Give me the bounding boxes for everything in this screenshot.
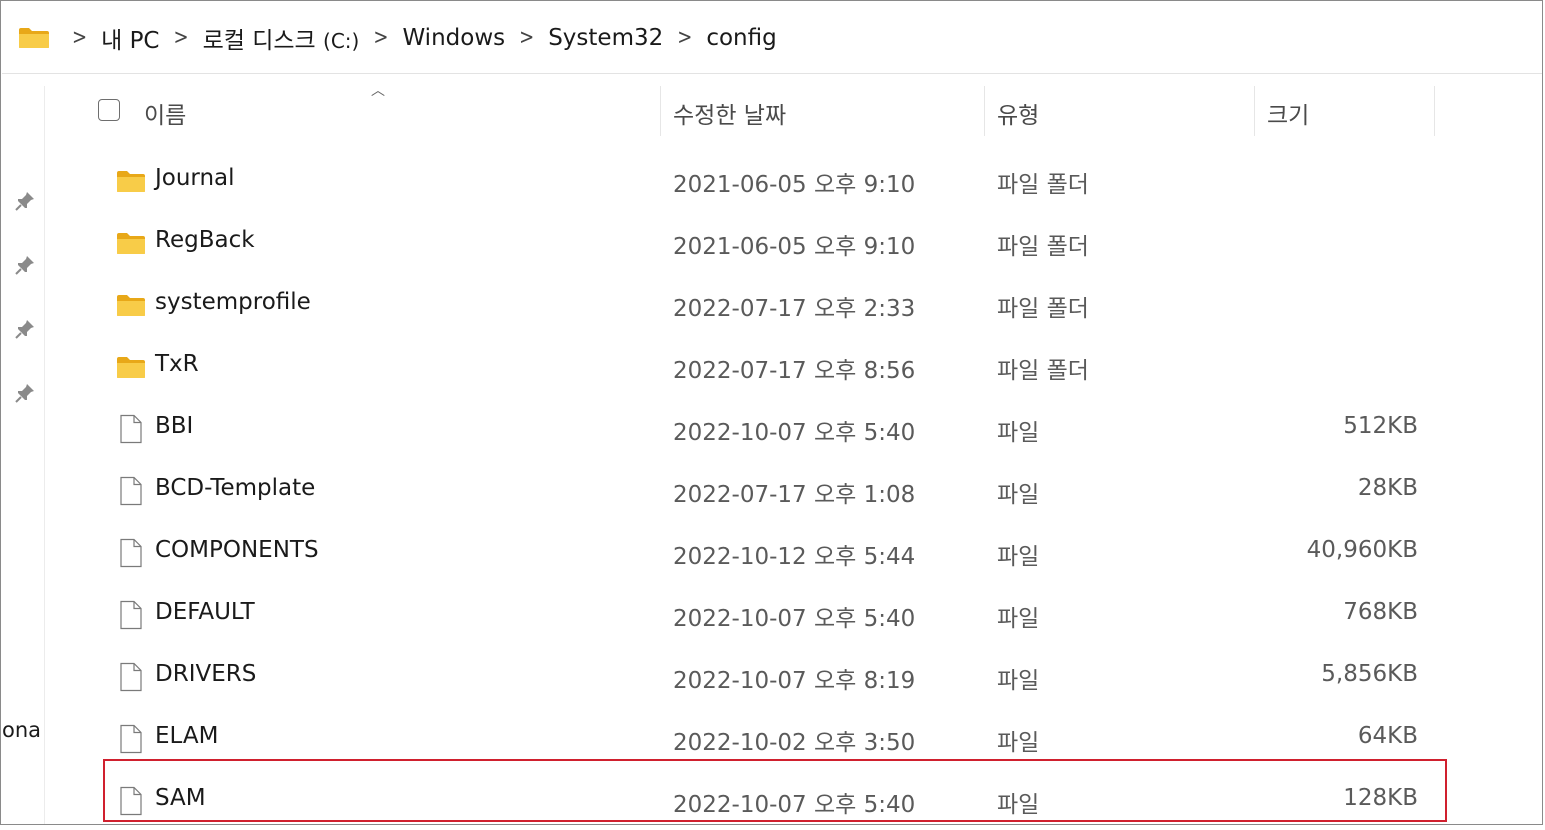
column-divider[interactable] [660,86,661,136]
file-name[interactable]: BBI [155,413,193,439]
file-name[interactable]: SAM [155,785,206,811]
sort-ascending-icon: ︿ [371,83,385,99]
file-type: 파일 폴더 [997,358,1089,384]
folder-icon [117,295,145,316]
file-modified-date: 2021-06-05 오후 9:10 [673,172,916,198]
breadcrumb-drive-label: 로컬 디스크 [202,27,316,54]
file-size: 28KB [1357,475,1418,501]
file-icon [120,600,142,630]
file-modified-date: 2022-10-07 오후 5:40 [673,420,916,446]
file-type: 파일 [997,606,1040,632]
column-header-type[interactable]: 유형 [997,96,1039,130]
file-icon [120,662,142,692]
file-modified-date: 2022-07-17 오후 1:08 [673,482,916,508]
file-size: 40,960KB [1306,537,1418,563]
file-row[interactable]: RegBack 2021-06-05 오후 9:10 파일 폴더 [46,210,1446,272]
file-row[interactable]: BBI 2022-10-07 오후 5:40 파일 512KB [46,396,1446,458]
file-size: 64KB [1357,723,1418,749]
folder-icon [117,171,145,192]
folder-icon [117,357,145,378]
file-name[interactable]: Journal [155,165,235,191]
file-name[interactable]: DRIVERS [155,661,256,687]
file-size: 768KB [1343,599,1418,625]
chevron-right-icon[interactable]: > [72,25,87,50]
file-row[interactable]: SAM 2022-10-07 오후 5:40 파일 128KB [46,768,1446,830]
file-name[interactable]: COMPONENTS [155,537,319,563]
breadcrumb[interactable]: > 내 PC > 로컬 디스크 (C:) > Windows > System3… [2,2,1542,74]
file-icon [120,538,142,568]
file-name[interactable]: BCD-Template [155,475,315,501]
column-header-name[interactable]: 이름 [144,96,186,130]
chevron-right-icon[interactable]: > [174,25,189,50]
chevron-right-icon[interactable]: > [677,25,692,50]
file-modified-date: 2022-10-07 오후 8:19 [673,668,916,694]
file-name[interactable]: ELAM [155,723,218,749]
chevron-right-icon[interactable]: > [519,25,534,50]
file-row[interactable]: systemprofile 2022-07-17 오후 2:33 파일 폴더 [46,272,1446,334]
file-row[interactable]: BCD-Template 2022-07-17 오후 1:08 파일 28KB [46,458,1446,520]
file-row[interactable]: DEFAULT 2022-10-07 오후 5:40 파일 768KB [46,582,1446,644]
column-header-row: ︿ 이름 수정한 날짜 유형 크기 [46,83,1446,136]
column-divider[interactable] [1254,86,1255,136]
file-row[interactable]: COMPONENTS 2022-10-12 오후 5:44 파일 40,960KB [46,520,1446,582]
file-type: 파일 [997,668,1040,694]
file-size: 5,856KB [1321,661,1418,687]
chevron-right-icon[interactable]: > [373,25,388,50]
breadcrumb-item-local-disk[interactable]: 로컬 디스크 (C:) [203,21,360,55]
file-row[interactable]: Journal 2021-06-05 오후 9:10 파일 폴더 [46,148,1446,210]
file-type: 파일 [997,544,1040,570]
breadcrumb-item-this-pc[interactable]: 내 PC [101,21,159,55]
column-divider[interactable] [984,86,985,136]
file-type: 파일 [997,730,1040,756]
breadcrumb-drive-letter: (C:) [323,28,360,53]
file-icon [120,724,142,754]
file-type: 파일 폴더 [997,172,1089,198]
folder-icon [117,233,145,254]
breadcrumb-item-config[interactable]: config [706,25,776,51]
column-divider[interactable] [1434,86,1435,136]
file-row[interactable]: DRIVERS 2022-10-07 오후 8:19 파일 5,856KB [46,644,1446,706]
nav-item-label[interactable]: ona [2,718,41,742]
file-type: 파일 폴더 [997,234,1089,260]
file-icon [120,414,142,444]
pin-icon[interactable] [14,318,36,340]
file-name[interactable]: RegBack [155,227,255,253]
file-modified-date: 2022-07-17 오후 2:33 [673,296,916,322]
file-type: 파일 [997,420,1040,446]
breadcrumb-item-system32[interactable]: System32 [548,25,663,51]
file-modified-date: 2022-10-07 오후 5:40 [673,792,916,818]
file-modified-date: 2022-07-17 오후 8:56 [673,358,916,384]
file-type: 파일 [997,792,1040,818]
column-header-size[interactable]: 크기 [1267,96,1309,130]
folder-icon [19,27,49,48]
file-size: 512KB [1343,413,1418,439]
file-modified-date: 2022-10-07 오후 5:40 [673,606,916,632]
file-icon [120,786,142,816]
file-type: 파일 폴더 [997,296,1089,322]
file-name[interactable]: systemprofile [155,289,311,315]
file-modified-date: 2022-10-02 오후 3:50 [673,730,916,756]
column-header-date[interactable]: 수정한 날짜 [673,96,786,130]
file-row[interactable]: ELAM 2022-10-02 오후 3:50 파일 64KB [46,706,1446,768]
navigation-pane: ona [2,86,45,824]
file-icon [120,476,142,506]
file-modified-date: 2022-10-12 오후 5:44 [673,544,916,570]
file-name[interactable]: TxR [155,351,199,377]
pin-icon[interactable] [14,190,36,212]
select-all-checkbox[interactable] [98,99,120,121]
file-row[interactable]: TxR 2022-07-17 오후 8:56 파일 폴더 [46,334,1446,396]
pin-icon[interactable] [14,382,36,404]
file-name[interactable]: DEFAULT [155,599,255,625]
breadcrumb-item-windows[interactable]: Windows [402,25,505,51]
pin-icon[interactable] [14,254,36,276]
file-modified-date: 2021-06-05 오후 9:10 [673,234,916,260]
file-size: 128KB [1343,785,1418,811]
file-type: 파일 [997,482,1040,508]
